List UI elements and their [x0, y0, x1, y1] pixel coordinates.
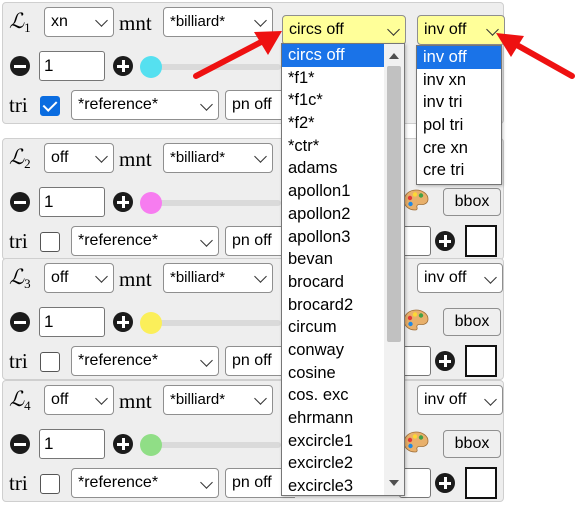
color-dot-2[interactable]	[140, 192, 162, 214]
chevron-down-icon	[95, 14, 108, 27]
count-input-2[interactable]: 1	[39, 187, 105, 217]
inversion-dropdown-list[interactable]: inv off inv xn inv tri pol tri cre xn cre tri	[416, 45, 502, 185]
bbox-button-2[interactable]: bbox	[443, 188, 501, 216]
bbox-button-3[interactable]: bbox	[443, 308, 501, 336]
tri-checkbox-2[interactable]	[40, 232, 60, 252]
inversion-option[interactable]: cre tri	[417, 159, 501, 182]
chevron-down-icon	[486, 23, 499, 36]
color-slider-track-3[interactable]	[153, 320, 281, 326]
bbox-button-4[interactable]: bbox	[443, 430, 501, 458]
color-dot-3[interactable]	[140, 312, 162, 334]
chevron-down-icon	[254, 392, 267, 405]
chevron-down-icon	[200, 476, 213, 489]
chevron-down-icon	[254, 14, 267, 27]
tri-label-4: tri	[9, 471, 28, 495]
inversion-option[interactable]: cre xn	[417, 137, 501, 160]
count-input-4[interactable]: 1	[39, 429, 105, 459]
locus-label-1: ℒ1	[9, 9, 31, 35]
dropdown-scrollbar[interactable]	[384, 44, 404, 495]
chevron-down-icon	[254, 150, 267, 163]
palette-icon[interactable]	[403, 189, 429, 211]
minus-circle-icon[interactable]	[10, 312, 30, 332]
mounting-label-4: mnt	[119, 389, 152, 413]
mounting-select-4[interactable]: *billiard*	[163, 385, 273, 415]
mounting-select-1[interactable]: *billiard*	[163, 7, 273, 37]
mounting-label-2: mnt	[119, 147, 152, 171]
reference-select-3[interactable]: *reference*	[71, 346, 219, 376]
scroll-down-arrow-icon[interactable]	[389, 480, 399, 486]
tri-checkbox-3[interactable]	[40, 352, 60, 372]
reference-select-1[interactable]: *reference*	[71, 90, 219, 120]
plus-circle-icon[interactable]	[435, 231, 455, 251]
color-swatch-box-3[interactable]	[465, 345, 497, 377]
reference-select-2[interactable]: *reference*	[71, 226, 219, 256]
palette-icon[interactable]	[403, 431, 429, 453]
inversion-option[interactable]: pol tri	[417, 114, 501, 137]
color-swatch-box-2[interactable]	[465, 225, 497, 257]
locus-panel-3: ℒ3 off mnt *billiard* inv off 1 bbox tri…	[2, 258, 504, 380]
tri-label-2: tri	[9, 229, 28, 253]
chevron-down-icon	[200, 98, 213, 111]
inversion-option[interactable]: inv off	[417, 46, 501, 69]
tri-checkbox-4[interactable]	[40, 474, 60, 494]
chevron-down-icon	[484, 271, 497, 284]
chevron-down-icon	[95, 392, 108, 405]
locus-label-4: ℒ4	[9, 387, 31, 413]
locus-label-2: ℒ2	[9, 145, 31, 171]
chevron-down-icon	[387, 23, 400, 36]
chevron-down-icon	[95, 270, 108, 283]
plus-circle-icon[interactable]	[435, 351, 455, 371]
count-input-3[interactable]: 1	[39, 307, 105, 337]
mounting-select-2[interactable]: *billiard*	[163, 143, 273, 173]
tri-label-1: tri	[9, 93, 28, 117]
color-dot-4[interactable]	[140, 434, 162, 456]
plus-circle-icon[interactable]	[435, 473, 455, 493]
color-slider-track-4[interactable]	[153, 442, 281, 448]
color-dot-1[interactable]	[140, 56, 162, 78]
inversion-select-3[interactable]: inv off	[417, 263, 503, 293]
chevron-down-icon	[254, 270, 267, 283]
tri-label-3: tri	[9, 349, 28, 373]
plus-circle-icon[interactable]	[113, 434, 133, 454]
chevron-down-icon	[200, 354, 213, 367]
minus-circle-icon[interactable]	[10, 192, 30, 212]
minus-circle-icon[interactable]	[10, 56, 30, 76]
plus-circle-icon[interactable]	[113, 192, 133, 212]
color-slider-track-2[interactable]	[153, 200, 281, 206]
color-slider-track-1[interactable]	[153, 64, 281, 70]
trajectory-select-4[interactable]: off	[44, 385, 114, 415]
inversion-option[interactable]: inv tri	[417, 91, 501, 114]
trajectory-select-2[interactable]: off	[44, 143, 114, 173]
mounting-label-1: mnt	[119, 11, 152, 35]
plus-circle-icon[interactable]	[113, 56, 133, 76]
chevron-down-icon	[484, 393, 497, 406]
chevron-down-icon	[200, 234, 213, 247]
circles-dropdown-list[interactable]: circs off *f1* *f1c* *f2* *ctr* adams apollon1…	[281, 43, 405, 496]
chevron-down-icon	[95, 150, 108, 163]
count-input-1[interactable]: 1	[39, 51, 105, 81]
mounting-label-3: mnt	[119, 267, 152, 291]
locus-panel-4: ℒ4 off mnt *billiard* inv off 1 bbox tri…	[2, 380, 504, 502]
palette-icon[interactable]	[403, 309, 429, 331]
plus-circle-icon[interactable]	[113, 312, 133, 332]
inversion-option[interactable]: inv xn	[417, 69, 501, 92]
trajectory-select-3[interactable]: off	[44, 263, 114, 293]
mounting-select-3[interactable]: *billiard*	[163, 263, 273, 293]
tri-checkbox-1[interactable]	[40, 96, 60, 116]
inversion-select-1[interactable]: inv off	[417, 15, 505, 45]
circles-select-1[interactable]: circs off	[282, 15, 406, 45]
color-swatch-box-4[interactable]	[465, 467, 497, 499]
scroll-up-arrow-icon[interactable]	[389, 53, 399, 59]
red-arrow-icon	[496, 33, 575, 79]
minus-circle-icon[interactable]	[10, 434, 30, 454]
scrollbar-thumb[interactable]	[387, 66, 401, 342]
trajectory-select-1[interactable]: xn	[44, 7, 114, 37]
reference-select-4[interactable]: *reference*	[71, 468, 219, 498]
inversion-select-4[interactable]: inv off	[417, 385, 503, 415]
locus-label-3: ℒ3	[9, 265, 31, 291]
